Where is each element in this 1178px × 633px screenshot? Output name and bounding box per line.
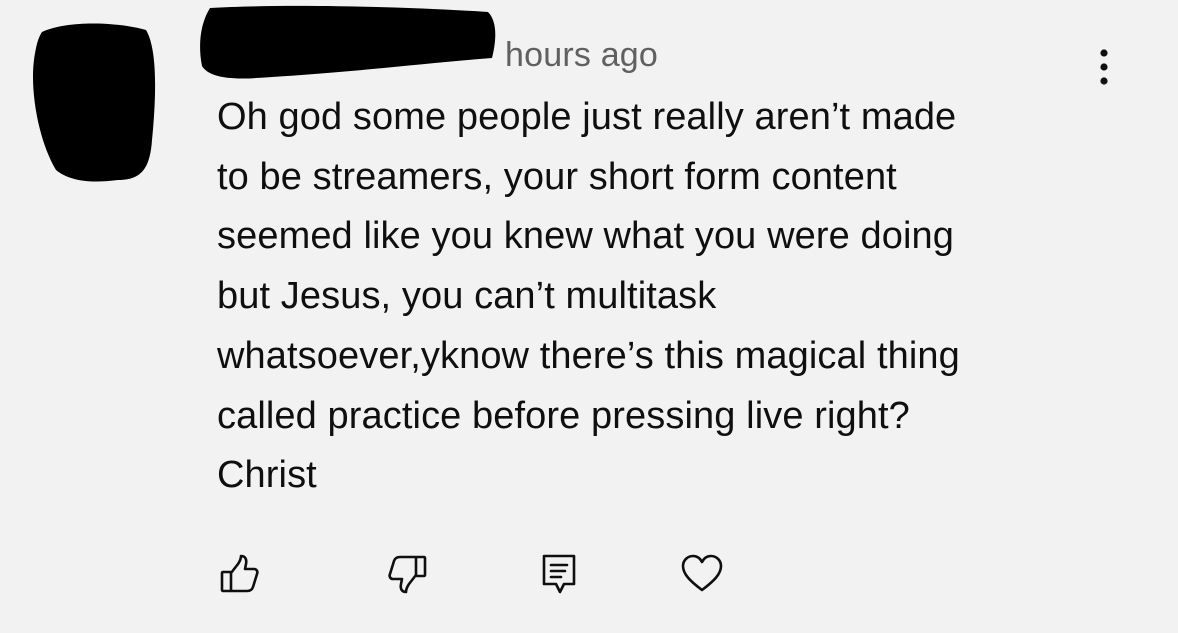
redacted-avatar[interactable] bbox=[28, 20, 168, 188]
heart-icon bbox=[681, 554, 723, 592]
reply-button[interactable] bbox=[538, 552, 582, 596]
comment-line: to be streamers, your short form content bbox=[217, 155, 897, 198]
reply-comment-icon bbox=[542, 554, 576, 594]
vertical-dots-icon bbox=[1100, 49, 1108, 85]
comment-timestamp: hours ago bbox=[505, 36, 659, 74]
thumbs-up-icon bbox=[220, 554, 259, 593]
comment-line: Christ bbox=[217, 454, 317, 497]
comment-body: Oh god some people just really aren’t ma… bbox=[217, 88, 1117, 506]
comment-line: called practice before pressing live rig… bbox=[217, 394, 910, 437]
comment-line: Oh god some people just really aren’t ma… bbox=[217, 96, 957, 138]
heart-button[interactable] bbox=[680, 552, 724, 596]
comment-line: whatsoever,yknow there’s this magical th… bbox=[217, 334, 960, 377]
like-button[interactable] bbox=[218, 552, 262, 596]
thumbs-down-icon bbox=[388, 555, 427, 594]
comment-line: seemed like you knew what you were doing bbox=[217, 215, 954, 258]
comment-line: but Jesus, you can’t multitask bbox=[217, 275, 717, 318]
dislike-button[interactable] bbox=[385, 552, 429, 596]
more-options-button[interactable] bbox=[1086, 44, 1122, 92]
redacted-username[interactable] bbox=[196, 2, 502, 86]
